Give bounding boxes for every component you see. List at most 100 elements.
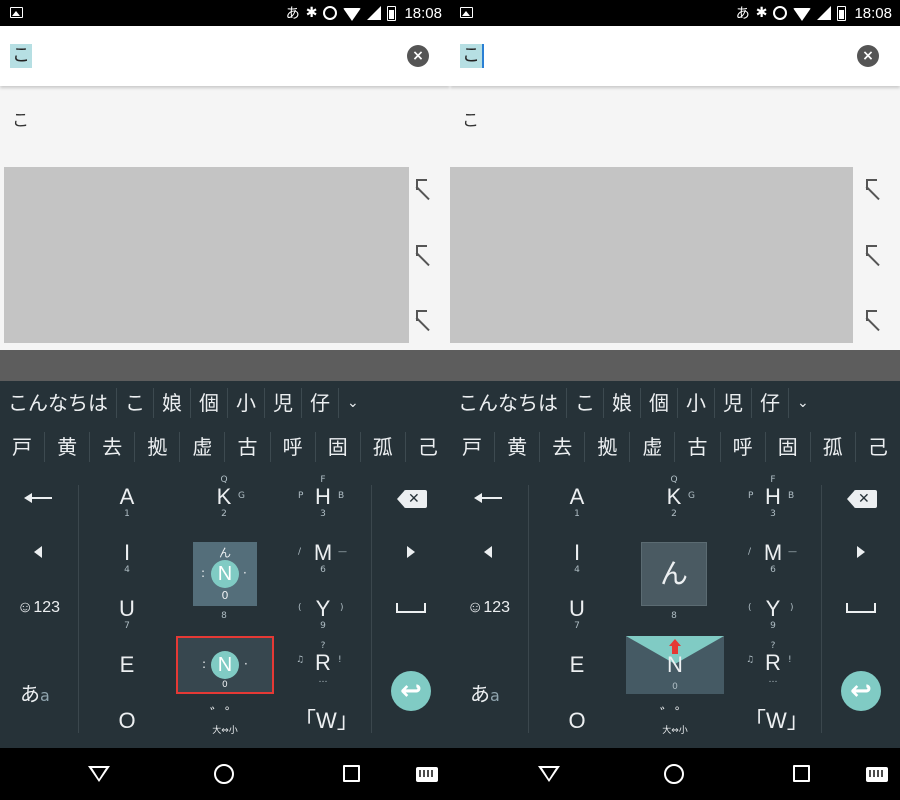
cursor-right-icon[interactable] [407,546,415,558]
candidate[interactable]: 己 [406,432,450,462]
expand-candidates-button[interactable]: ⌄ [339,388,367,418]
candidate[interactable]: 孤 [361,432,406,462]
key-u[interactable]: U 7 [564,597,590,632]
candidate[interactable]: 戸 [450,432,496,462]
suggestion-item[interactable]: こ [12,106,29,131]
nav-back-icon[interactable] [88,766,110,782]
candidate[interactable]: 孤 [811,432,856,462]
back-arrow-icon[interactable] [24,491,52,505]
key-r[interactable]: ? R … ♫ ! [746,641,794,685]
input-mode-key[interactable]: あa [20,678,50,707]
dakuten-key[interactable]: ゛゜ 大⇔小 [200,705,250,736]
key-k[interactable]: Q K 2 G [654,475,695,519]
key-n-flick[interactable]: N 0 [626,636,724,694]
key-o[interactable]: O [564,709,590,733]
enter-icon[interactable]: ↩ [841,671,881,711]
backspace-icon[interactable]: ✕ [847,490,877,508]
key-m[interactable]: M 6 / — [748,533,797,576]
key-h[interactable]: F H 3 P B [298,475,344,519]
key-e[interactable]: E [564,653,590,677]
expand-candidates-button[interactable]: ⌄ [789,388,817,418]
key-h[interactable]: F H 3 P B [748,475,794,519]
arrow-up-left-icon[interactable] [866,245,882,261]
key-i[interactable]: I 4 [114,541,140,576]
key-n-highlighted[interactable]: N : · 0 [176,636,274,694]
keyboard-icon[interactable] [866,767,888,782]
key-a[interactable]: A 1 [114,485,140,520]
candidate[interactable]: 虚 [630,432,676,462]
candidate[interactable]: 固 [316,432,361,462]
enter-icon[interactable]: ↩ [391,671,431,711]
candidate[interactable]: 拠 [585,432,631,462]
space-icon[interactable] [846,603,876,613]
nav-home-icon[interactable] [664,764,684,784]
candidate[interactable]: 仔 [302,388,339,418]
backspace-icon[interactable]: ✕ [397,490,427,508]
key-a[interactable]: A 1 [564,485,590,520]
candidate[interactable]: 虚 [180,432,226,462]
candidate[interactable]: 個 [641,388,678,418]
input-mode-key[interactable]: あa [470,678,500,707]
search-input[interactable]: こ [10,44,32,68]
cursor-left-icon[interactable] [34,546,42,558]
emoji-123-key[interactable]: ☺123 [467,599,510,617]
cursor-right-icon[interactable] [857,546,865,558]
key-t[interactable]: 8 [204,611,244,621]
key-w[interactable]: 「W」 [744,709,809,733]
nav-back-icon[interactable] [538,766,560,782]
candidate[interactable]: 黄 [495,432,541,462]
candidate[interactable]: こんなちは [0,388,117,418]
candidate[interactable]: 娘 [604,388,641,418]
key-r[interactable]: ? R … ♫ ! [296,641,344,685]
key-m[interactable]: M 6 / — [298,533,347,576]
candidate[interactable]: 古 [225,432,271,462]
keyboard-icon[interactable] [416,767,438,782]
key-i[interactable]: I 4 [564,541,590,576]
arrow-up-left-icon[interactable] [866,179,882,195]
clear-icon[interactable]: × [857,45,879,67]
search-input[interactable]: こ [460,44,484,68]
key-o[interactable]: O [114,709,140,733]
candidate[interactable]: 戸 [0,432,46,462]
clear-icon[interactable]: × [407,45,429,67]
candidate[interactable]: 小 [678,388,715,418]
candidate[interactable]: 児 [715,388,752,418]
key-k[interactable]: Q K 2 G [204,475,245,519]
candidate[interactable]: 去 [90,432,136,462]
candidate[interactable]: 古 [675,432,721,462]
candidate[interactable]: 呼 [271,432,316,462]
back-arrow-icon[interactable] [474,491,502,505]
key-e[interactable]: E [114,653,140,677]
candidate[interactable]: 固 [766,432,811,462]
candidate[interactable]: 小 [228,388,265,418]
candidate[interactable]: 黄 [45,432,91,462]
candidate[interactable]: 個 [191,388,228,418]
candidate[interactable]: こ [117,388,154,418]
arrow-up-left-icon[interactable] [416,245,432,261]
candidate[interactable]: 己 [856,432,900,462]
key-y[interactable]: Y 9 ( ) [748,589,794,632]
candidate[interactable]: 拠 [135,432,181,462]
nav-home-icon[interactable] [214,764,234,784]
suggestion-item[interactable]: こ [462,106,479,131]
space-icon[interactable] [396,603,426,613]
emoji-123-key[interactable]: ☺123 [17,599,60,617]
key-w[interactable]: 「W」 [294,709,359,733]
candidate[interactable]: 去 [540,432,586,462]
candidate[interactable]: 娘 [154,388,191,418]
cursor-left-icon[interactable] [484,546,492,558]
candidate[interactable]: 呼 [721,432,766,462]
arrow-up-left-icon[interactable] [416,179,432,195]
arrow-up-left-icon[interactable] [866,310,882,326]
candidate[interactable]: こ [567,388,604,418]
key-t[interactable]: 8 [654,611,694,621]
key-y[interactable]: Y 9 ( ) [298,589,344,632]
candidate[interactable]: 児 [265,388,302,418]
nav-recents-icon[interactable] [793,765,810,782]
key-u[interactable]: U 7 [114,597,140,632]
candidate[interactable]: 仔 [752,388,789,418]
nav-recents-icon[interactable] [343,765,360,782]
arrow-up-left-icon[interactable] [416,310,432,326]
dakuten-key[interactable]: ゛゜ 大⇔小 [650,705,700,736]
candidate[interactable]: こんなちは [450,388,567,418]
